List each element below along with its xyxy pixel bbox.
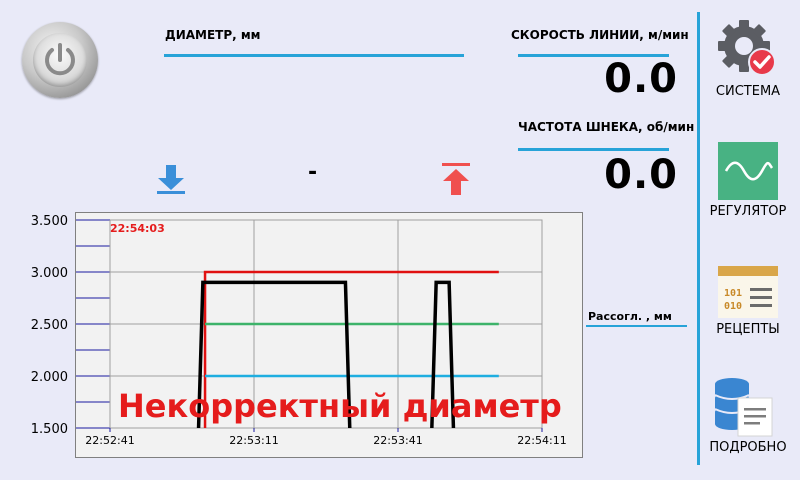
- gear-icon: [718, 20, 776, 76]
- y-tick-label: 1.500: [31, 422, 68, 437]
- wave-icon: [718, 142, 778, 200]
- svg-text:101: 101: [724, 288, 742, 299]
- chart-timestamp: 22:54:03: [110, 222, 165, 235]
- sidebar-item-details[interactable]: ПОДРОБНО: [696, 372, 800, 464]
- recipe-icon: 101 010: [718, 266, 778, 318]
- deviation-label: Рассогл. , мм: [588, 310, 672, 323]
- sidebar-item-label: РЕЦЕПТЫ: [716, 322, 780, 337]
- sidebar-item-label: СИСТЕМА: [715, 84, 781, 99]
- database-icon: [714, 378, 773, 437]
- x-tick-label: 22:53:41: [373, 434, 422, 447]
- sidebar-item-label: РЕГУЛЯТОР: [709, 204, 787, 219]
- x-tick-label: 22:53:11: [229, 434, 278, 447]
- x-tick-label: 22:52:41: [85, 434, 134, 447]
- sidebar-item-label: ПОДРОБНО: [709, 440, 787, 455]
- error-message: Некорректный диаметр: [118, 387, 562, 425]
- y-tick-label: 3.000: [31, 266, 68, 281]
- sidebar-item-regulator[interactable]: РЕГУЛЯТОР: [696, 136, 800, 226]
- y-tick-label: 2.500: [31, 318, 68, 333]
- sidebar-item-recipes[interactable]: 101 010 РЕЦЕПТЫ: [696, 260, 800, 340]
- y-tick-label: 2.000: [31, 370, 68, 385]
- x-tick-label: 22:54:11: [517, 434, 566, 447]
- deviation-underline: [586, 325, 687, 327]
- sidebar-item-system[interactable]: СИСТЕМА: [696, 12, 800, 104]
- y-tick-label: 3.500: [31, 214, 68, 229]
- svg-text:010: 010: [724, 301, 742, 312]
